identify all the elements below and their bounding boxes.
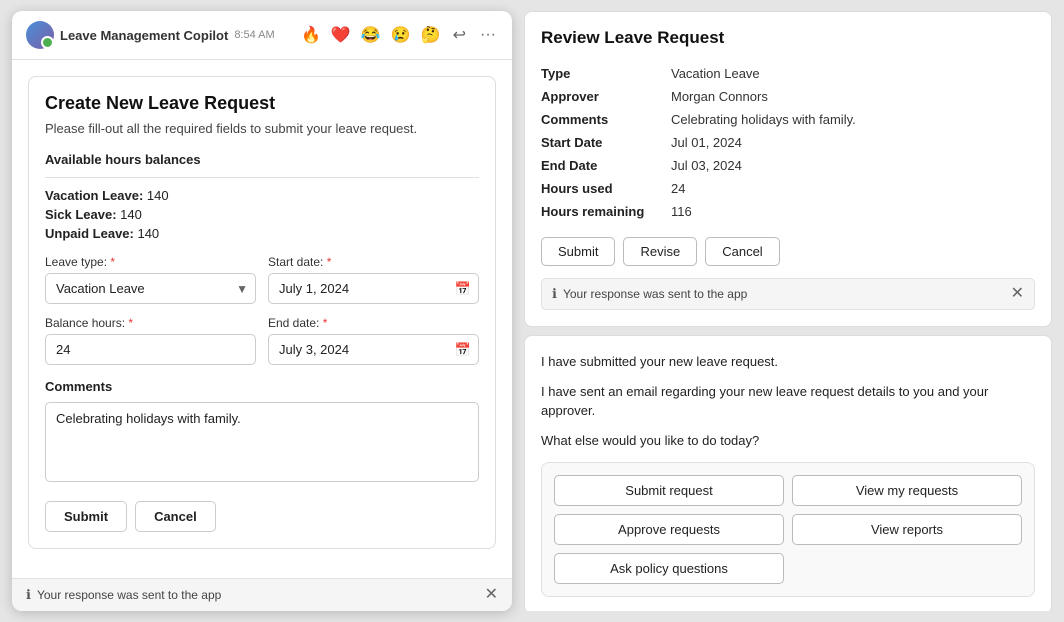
balance-hours-input[interactable]: [45, 334, 256, 365]
sad-emoji[interactable]: 😢: [391, 25, 411, 45]
balances-section-title: Available hours balances: [45, 152, 479, 167]
end-date-field: End date: * 📅: [268, 316, 479, 365]
end-date-wrapper: 📅: [268, 334, 479, 365]
review-notification-bar: ℹ Your response was sent to the app ✕: [541, 278, 1035, 310]
submit-request-button[interactable]: Submit request: [554, 475, 784, 506]
review-end-date-label: End Date: [541, 154, 671, 177]
review-approver-row: Approver Morgan Connors: [541, 85, 1035, 108]
chat-title: Leave Management Copilot: [60, 28, 228, 43]
start-date-field: Start date: * 📅: [268, 255, 479, 304]
right-panel: Review Leave Request Type Vacation Leave…: [524, 11, 1052, 611]
comments-textarea[interactable]: Celebrating holidays with family.: [45, 402, 479, 482]
review-card: Review Leave Request Type Vacation Leave…: [524, 11, 1052, 327]
leave-type-label: Leave type: *: [45, 255, 256, 269]
review-comments-value: Celebrating holidays with family.: [671, 108, 1035, 131]
review-type-value: Vacation Leave: [671, 62, 1035, 85]
left-notification-close[interactable]: ✕: [485, 587, 498, 603]
reply-button[interactable]: ↩: [451, 23, 468, 47]
review-comments-label: Comments: [541, 108, 671, 131]
approve-requests-button[interactable]: Approve requests: [554, 514, 784, 545]
vacation-balance: Vacation Leave: 140: [45, 188, 479, 203]
chat-msg-2: I have sent an email regarding your new …: [541, 382, 1035, 421]
ask-policy-button[interactable]: Ask policy questions: [554, 553, 784, 584]
start-date-label: Start date: *: [268, 255, 479, 269]
review-start-date-value: Jul 01, 2024: [671, 131, 1035, 154]
review-notification-content: ℹ Your response was sent to the app: [552, 286, 747, 302]
think-emoji[interactable]: 🤔: [421, 25, 441, 45]
chat-messages: I have submitted your new leave request.…: [524, 335, 1052, 611]
form-submit-button[interactable]: Submit: [45, 501, 127, 532]
review-title: Review Leave Request: [541, 28, 1035, 48]
leave-request-form: Create New Leave Request Please fill-out…: [28, 76, 496, 549]
review-hours-used-label: Hours used: [541, 177, 671, 200]
chat-msg-1: I have submitted your new leave request.: [541, 352, 1035, 372]
heart-emoji[interactable]: ❤️: [331, 25, 351, 45]
fire-emoji[interactable]: 🔥: [301, 25, 321, 45]
form-actions: Submit Cancel: [45, 501, 479, 532]
left-notification-text: Your response was sent to the app: [37, 588, 221, 602]
left-notification-bar: ℹ Your response was sent to the app ✕: [12, 578, 512, 611]
review-end-date-value: Jul 03, 2024: [671, 154, 1035, 177]
chat-window: Leave Management Copilot 8:54 AM 🔥 ❤️ 😂 …: [12, 11, 512, 611]
form-grid: Leave type: * Vacation Leave Sick Leave …: [45, 255, 479, 365]
start-date-wrapper: 📅: [268, 273, 479, 304]
review-end-date-row: End Date Jul 03, 2024: [541, 154, 1035, 177]
start-date-input[interactable]: [268, 273, 479, 304]
more-options-button[interactable]: ···: [478, 24, 498, 46]
form-subtitle: Please fill-out all the required fields …: [45, 120, 479, 138]
review-hours-used-value: 24: [671, 177, 1035, 200]
review-type-label: Type: [541, 62, 671, 85]
chat-time: 8:54 AM: [234, 29, 274, 41]
leave-type-select[interactable]: Vacation Leave Sick Leave Unpaid Leave: [45, 273, 256, 304]
action-buttons-grid: Submit request View my requests Approve …: [541, 462, 1035, 597]
form-cancel-button[interactable]: Cancel: [135, 501, 216, 532]
leave-type-select-wrapper: Vacation Leave Sick Leave Unpaid Leave ▼: [45, 273, 256, 304]
review-revise-button[interactable]: Revise: [623, 237, 697, 266]
comments-section: Comments Celebrating holidays with famil…: [45, 379, 479, 487]
laugh-emoji[interactable]: 😂: [361, 25, 381, 45]
review-cancel-button[interactable]: Cancel: [705, 237, 779, 266]
unpaid-balance: Unpaid Leave: 140: [45, 226, 479, 241]
review-notification-close[interactable]: ✕: [1011, 286, 1024, 302]
info-icon: ℹ: [26, 587, 31, 603]
review-hours-remaining-value: 116: [671, 200, 1035, 223]
balance-hours-field: Balance hours: *: [45, 316, 256, 365]
review-submit-button[interactable]: Submit: [541, 237, 615, 266]
chat-header-icons: 🔥 ❤️ 😂 😢 🤔 ↩ ···: [301, 23, 498, 47]
avatar: [26, 21, 54, 49]
review-comments-row: Comments Celebrating holidays with famil…: [541, 108, 1035, 131]
form-title: Create New Leave Request: [45, 93, 479, 114]
review-actions: Submit Revise Cancel: [541, 237, 1035, 266]
review-approver-value: Morgan Connors: [671, 85, 1035, 108]
end-date-label: End date: *: [268, 316, 479, 330]
comments-label: Comments: [45, 379, 479, 394]
leave-type-field: Leave type: * Vacation Leave Sick Leave …: [45, 255, 256, 304]
sick-balance: Sick Leave: 140: [45, 207, 479, 222]
review-hours-remaining-label: Hours remaining: [541, 200, 671, 223]
review-info-icon: ℹ: [552, 286, 557, 302]
review-start-date-label: Start Date: [541, 131, 671, 154]
balance-hours-label: Balance hours: *: [45, 316, 256, 330]
review-hours-remaining-row: Hours remaining 116: [541, 200, 1035, 223]
chat-header: Leave Management Copilot 8:54 AM 🔥 ❤️ 😂 …: [12, 11, 512, 60]
chat-body: Create New Leave Request Please fill-out…: [12, 60, 512, 578]
view-requests-button[interactable]: View my requests: [792, 475, 1022, 506]
view-reports-button[interactable]: View reports: [792, 514, 1022, 545]
left-notification-content: ℹ Your response was sent to the app: [26, 587, 221, 603]
chat-msg-3: What else would you like to do today?: [541, 431, 1035, 451]
end-date-input[interactable]: [268, 334, 479, 365]
review-hours-used-row: Hours used 24: [541, 177, 1035, 200]
review-type-row: Type Vacation Leave: [541, 62, 1035, 85]
review-start-date-row: Start Date Jul 01, 2024: [541, 131, 1035, 154]
review-notification-text: Your response was sent to the app: [563, 287, 747, 301]
review-table: Type Vacation Leave Approver Morgan Conn…: [541, 62, 1035, 223]
review-approver-label: Approver: [541, 85, 671, 108]
